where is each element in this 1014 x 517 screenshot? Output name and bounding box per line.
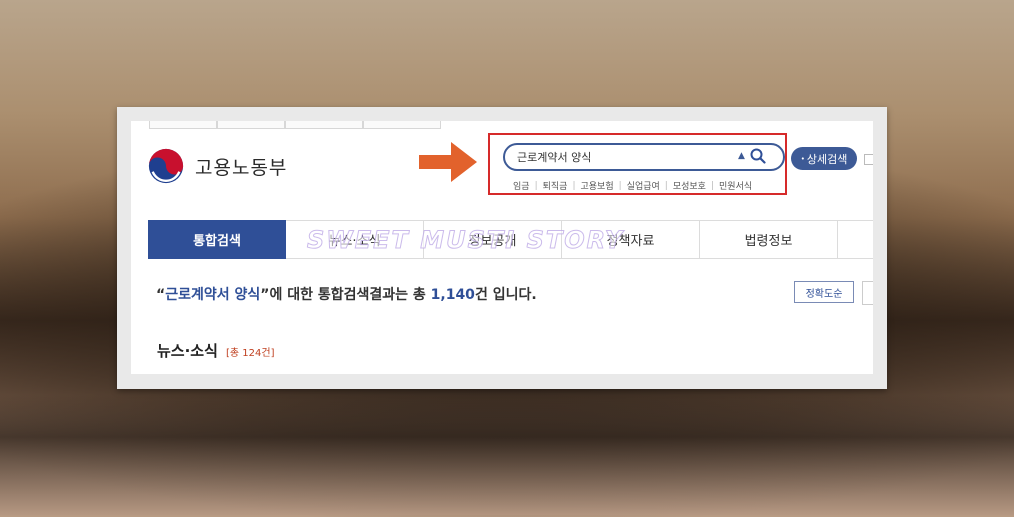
- advanced-search-button[interactable]: • 상세검색: [791, 147, 857, 170]
- search-category-tabs: 통합검색 뉴스·소식 정보공개 정책자료 법령정보: [148, 220, 873, 259]
- top-tab[interactable]: [217, 121, 285, 129]
- screenshot-frame: 고용노동부 ▲ 임금| 퇴직금| 고용보험| 실업급여| 모성보호| 민원서식 …: [117, 107, 887, 389]
- taegeuk-logo-icon: [148, 148, 184, 184]
- section-title-news: 뉴스·소식: [157, 342, 218, 360]
- advanced-search-label: 상세검색: [806, 152, 848, 166]
- tab-legal-information[interactable]: 법령정보: [700, 221, 838, 258]
- top-tab[interactable]: [285, 121, 363, 129]
- sort-next-button[interactable]: [862, 281, 873, 305]
- keyword-link[interactable]: 민원서식: [714, 179, 757, 192]
- bullet-icon: •: [800, 154, 805, 163]
- result-count: 1,140: [430, 287, 475, 303]
- section-count: [총 124건]: [226, 348, 275, 359]
- side-checkbox[interactable]: [864, 154, 873, 165]
- tab-news[interactable]: 뉴스·소식: [286, 221, 424, 258]
- tab-policy-materials[interactable]: 정책자료: [562, 221, 700, 258]
- keyword-link[interactable]: 모성보호: [668, 179, 711, 192]
- search-icon[interactable]: [750, 148, 766, 164]
- top-tab[interactable]: [149, 121, 217, 129]
- ministry-name: 고용노동부: [195, 156, 288, 179]
- orange-arrow-icon: [419, 142, 477, 182]
- tab-information-disclosure[interactable]: 정보공개: [424, 221, 562, 258]
- website-panel: 고용노동부 ▲ 임금| 퇴직금| 고용보험| 실업급여| 모성보호| 민원서식 …: [131, 121, 873, 374]
- keyword-link[interactable]: 고용보험: [576, 179, 619, 192]
- sort-accuracy-button[interactable]: 정확도순: [794, 281, 854, 303]
- ministry-logo[interactable]: 고용노동부: [147, 147, 287, 185]
- keyword-link[interactable]: 실업급여: [622, 179, 665, 192]
- autocomplete-toggle-icon[interactable]: ▲: [738, 151, 745, 161]
- popular-keywords: 임금 | 퇴직금 | 고용보험 | 실업급여 | 모성보호 | 민원서식: [508, 179, 757, 193]
- result-suffix: 건 입니다.: [474, 287, 537, 303]
- result-middle-text: ”에 대한 통합검색결과는 총: [260, 287, 431, 303]
- top-tab[interactable]: [363, 121, 441, 129]
- open-quote: “: [156, 287, 166, 303]
- top-tab-strip: [131, 121, 873, 129]
- search-result-summary: “근로계약서 양식”에 대한 통합검색결과는 총 1,140건 입니다.: [156, 284, 537, 304]
- result-query: 근로계약서 양식: [165, 287, 261, 303]
- tab-integrated-search[interactable]: 통합검색: [148, 220, 286, 259]
- background-blur: [0, 395, 1014, 515]
- keyword-link[interactable]: 퇴직금: [538, 179, 573, 192]
- keyword-link[interactable]: 임금: [508, 179, 535, 192]
